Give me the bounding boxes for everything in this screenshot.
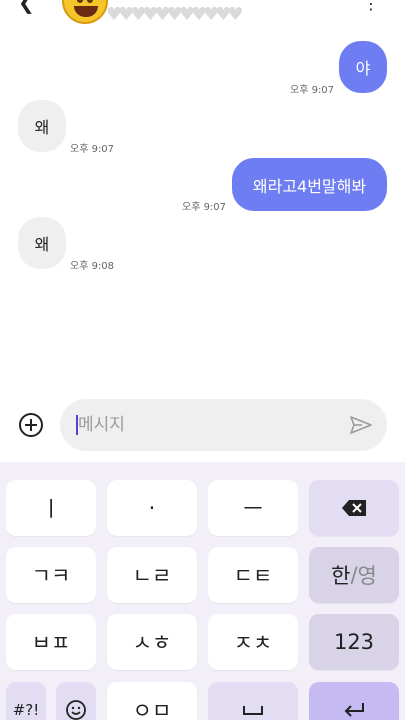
space-key[interactable] xyxy=(208,682,298,720)
key-label: ㅅㅎ xyxy=(132,631,172,655)
key-giyeok-kieuk[interactable]: ㄱㅋ xyxy=(6,547,96,603)
numbers-key[interactable]: 123 xyxy=(309,614,399,670)
emoji-right-eye xyxy=(87,0,93,3)
key-dot[interactable]: · xyxy=(107,480,197,536)
lang-alt-label: 영 xyxy=(357,564,377,588)
key-digeut-tieut[interactable]: ㄷㅌ xyxy=(208,547,298,603)
key-label: ㅣ xyxy=(41,497,61,521)
space-icon xyxy=(243,706,263,715)
backspace-icon xyxy=(342,500,366,516)
message-text: 왜 xyxy=(34,118,50,137)
message-bubble-sent[interactable]: 야 xyxy=(339,41,387,93)
message-text: 야 xyxy=(355,59,371,78)
more-options-icon[interactable]: ⋮ xyxy=(363,0,379,13)
message-text: 왜 xyxy=(34,235,50,254)
lang-separator: / xyxy=(350,563,358,587)
key-ieung-mieum[interactable]: ㅇㅁ xyxy=(107,682,197,720)
lang-main-label: 한 xyxy=(331,564,351,588)
emoji-key[interactable] xyxy=(56,682,96,720)
message-time: 오후 9:08 xyxy=(70,261,115,272)
symbols-key[interactable]: #?! xyxy=(6,682,46,720)
message-bubble-received[interactable]: 왜 xyxy=(18,100,66,152)
emoji-icon xyxy=(66,700,86,720)
key-label: ㄱㅋ xyxy=(31,564,71,588)
message-composer[interactable] xyxy=(60,399,387,451)
message-bubble-sent[interactable]: 왜라고4번말해봐 xyxy=(232,158,387,211)
key-label: ㄷㅌ xyxy=(233,564,273,588)
key-label: ㅡ xyxy=(243,497,263,521)
backspace-key[interactable] xyxy=(309,480,399,536)
chat-header: ❮ ♥♥♥♥♥♥♥♥♥♥♥ ⋮ xyxy=(0,0,405,30)
language-toggle-key[interactable]: 한 / 영 xyxy=(309,547,399,603)
key-label: · xyxy=(148,496,156,520)
message-time: 오후 9:07 xyxy=(182,202,227,213)
key-label: ㄴㄹ xyxy=(132,564,172,588)
message-input[interactable] xyxy=(78,413,328,437)
message-bubble-received[interactable]: 왜 xyxy=(18,217,66,269)
enter-key[interactable] xyxy=(309,682,399,720)
emoji-mouth xyxy=(74,6,98,17)
key-vowel-i[interactable]: ㅣ xyxy=(6,480,96,536)
send-icon[interactable] xyxy=(349,415,373,435)
emoji-left-eye xyxy=(77,0,83,3)
key-jieut-chieut[interactable]: ㅈㅊ xyxy=(208,614,298,670)
enter-icon xyxy=(344,703,364,717)
key-label: ㅂㅍ xyxy=(31,631,71,655)
hearts-decoration: ♥♥♥♥♥♥♥♥♥♥♥ xyxy=(106,4,244,25)
key-siot-hieut[interactable]: ㅅㅎ xyxy=(107,614,197,670)
message-time: 오후 9:07 xyxy=(290,85,335,96)
profile-emoji-avatar[interactable] xyxy=(62,0,108,24)
key-label: ㅇㅁ xyxy=(132,699,172,720)
message-text: 왜라고4번말해봐 xyxy=(252,176,367,196)
back-icon[interactable]: ❮ xyxy=(18,0,35,14)
key-label: #?! xyxy=(12,701,40,719)
key-label: 123 xyxy=(333,630,375,654)
key-label: ㅈㅊ xyxy=(233,631,273,655)
key-vowel-eu[interactable]: ㅡ xyxy=(208,480,298,536)
keyboard: ㅣ · ㅡ ㄱㅋ ㄴㄹ ㄷㅌ 한 / 영 ㅂㅍ ㅅㅎ ㅈㅊ 123 #?! ㅇㅁ xyxy=(0,462,405,720)
key-bieup-pieup[interactable]: ㅂㅍ xyxy=(6,614,96,670)
key-nieun-rieul[interactable]: ㄴㄹ xyxy=(107,547,197,603)
message-time: 오후 9:07 xyxy=(70,144,115,155)
add-attachment-icon[interactable] xyxy=(19,413,43,437)
